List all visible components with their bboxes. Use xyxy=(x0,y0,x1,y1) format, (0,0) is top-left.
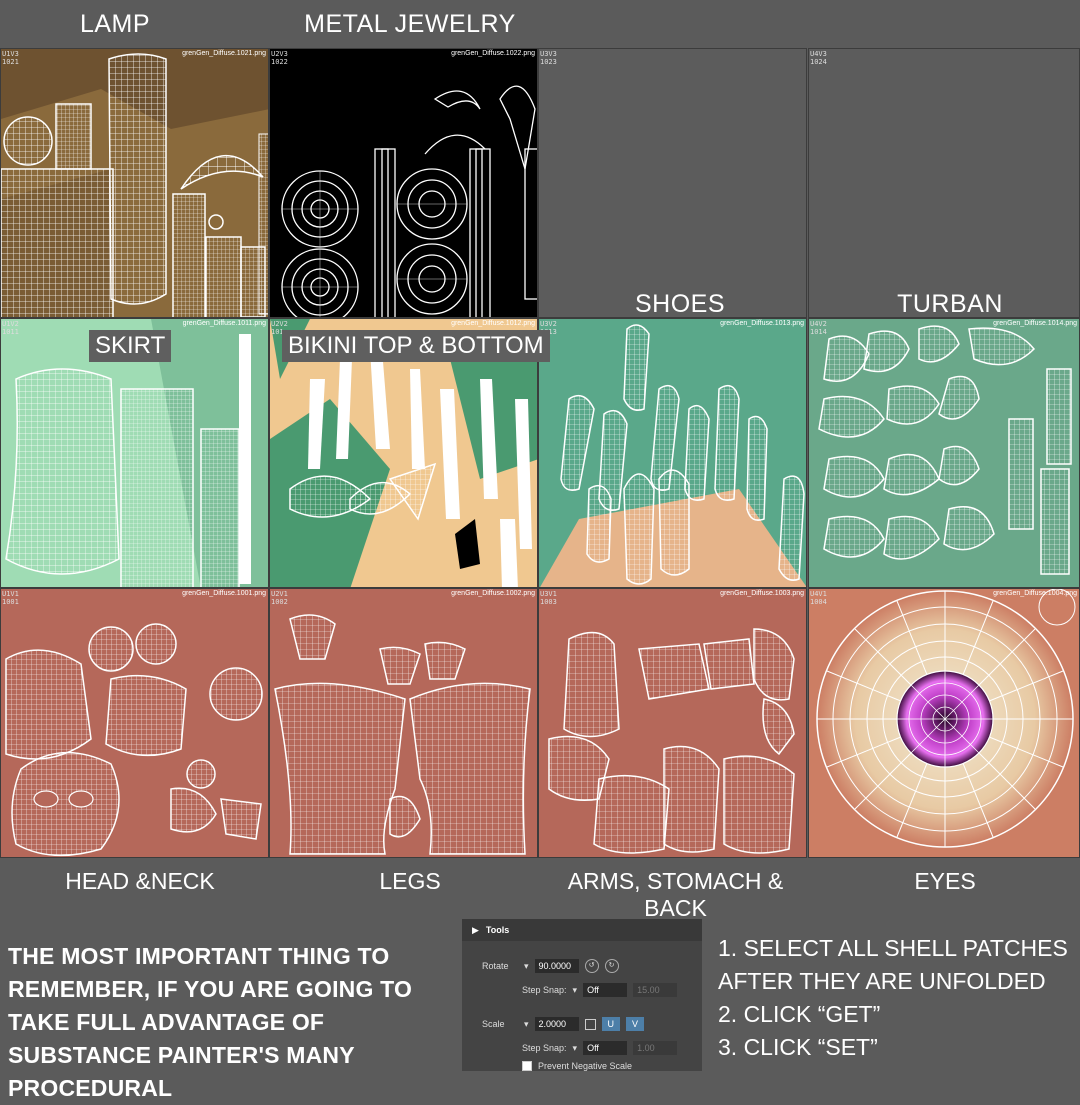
label-legs: LEGS xyxy=(379,868,441,894)
scale-step-snap-label: Step Snap: xyxy=(522,1043,567,1053)
tile-file-label: grenGen_Diffuse.1012.png xyxy=(451,320,535,327)
uv-tile-1023[interactable]: U3V3 1023 xyxy=(538,48,807,318)
label-head-neck: HEAD &NECK xyxy=(65,868,215,894)
tile-id-label: U4V3 1024 xyxy=(810,50,827,66)
label-eyes: EYES xyxy=(914,868,976,894)
uv-tile-grid[interactable]: U1V3 1021 grenGen_Diffuse.1021.png U2V3 … xyxy=(0,48,1080,860)
jewelry-uv-shells xyxy=(281,85,537,317)
uv-tile-1024[interactable]: U4V3 1024 xyxy=(808,48,1080,318)
uv-tile-1001[interactable]: U1V1 1001 grenGen_Diffuse.1001.png xyxy=(0,588,269,858)
uv-tile-1004[interactable]: U4V1 1004 grenGen_Diffuse.1004.png xyxy=(808,588,1080,858)
header-label-metal-jewelry: METAL JEWELRY xyxy=(304,10,516,38)
label-bikini: BIKINI TOP & BOTTOM xyxy=(282,330,550,362)
rotate-snap-value[interactable]: 15.00 xyxy=(633,983,678,997)
prevent-negative-scale-label: Prevent Negative Scale xyxy=(538,1061,633,1071)
dropdown-arrow-icon[interactable]: ▾ xyxy=(524,1019,529,1030)
tile-file-label: grenGen_Diffuse.1022.png xyxy=(451,50,535,57)
square-icon[interactable] xyxy=(584,1018,596,1030)
tile-file-label: grenGen_Diffuse.1021.png xyxy=(182,50,266,57)
lamp-uv-shells xyxy=(1,49,268,317)
scale-snap-value[interactable]: 1.00 xyxy=(633,1041,678,1055)
dropdown-arrow-icon[interactable]: ▾ xyxy=(573,985,578,996)
rotate-cw-icon[interactable]: ↻ xyxy=(604,959,619,973)
tile-file-label: grenGen_Diffuse.1003.png xyxy=(720,590,804,597)
legs-uv-shells xyxy=(274,614,531,855)
instructions-text: THE MOST IMPORTANT THING TO REMEMBER, IF… xyxy=(8,943,413,1101)
tile-id-label: U1V2 1011 xyxy=(2,320,19,336)
turban-uv-shells xyxy=(818,325,1072,575)
step-line: AFTER THEY ARE UNFOLDED xyxy=(718,968,1046,994)
tile-file-label: grenGen_Diffuse.1014.png xyxy=(993,320,1077,327)
tile-id-label: U1V1 1001 xyxy=(2,590,19,606)
eye-uv-shells xyxy=(816,589,1076,848)
tile-file-label: grenGen_Diffuse.1004.png xyxy=(993,590,1077,597)
scale-label: Scale xyxy=(482,1019,505,1029)
uv-tile-1003[interactable]: U3V1 1003 grenGen_Diffuse.1003.png xyxy=(538,588,807,858)
tools-title: Tools xyxy=(485,925,510,935)
rotate-step-snap-select[interactable]: Off xyxy=(583,983,628,997)
step-line: 1. SELECT ALL SHELL PATCHES xyxy=(718,935,1068,961)
tile-file-label: grenGen_Diffuse.1011.png xyxy=(182,320,266,327)
tile-id-label: U3V1 1003 xyxy=(540,590,557,606)
scale-value-input[interactable]: 2.0000 xyxy=(534,1017,579,1031)
rotate-label: Rotate xyxy=(482,961,509,971)
scale-v-button[interactable]: V xyxy=(626,1017,645,1031)
steps-list: 1. SELECT ALL SHELL PATCHES AFTER THEY A… xyxy=(718,932,1078,1064)
rotate-ccw-icon[interactable]: ↺ xyxy=(584,959,599,973)
step-line: 3. CLICK “SET” xyxy=(718,1034,878,1060)
prevent-negative-scale-checkbox[interactable] xyxy=(522,1061,532,1071)
label-shoes: SHOES xyxy=(634,290,726,318)
label-arms-stomach-back: ARMS, STOMACH & BACK xyxy=(567,868,784,921)
rotate-value-input[interactable]: 90.0000 xyxy=(534,959,579,973)
tools-header[interactable]: ▶ Tools xyxy=(462,919,702,941)
uv-tile-1013[interactable]: U3V2 1013 grenGen_Diffuse.1013.png xyxy=(538,318,807,588)
step-line: 2. CLICK “GET” xyxy=(718,1001,881,1027)
label-skirt: SKIRT xyxy=(89,330,172,362)
scale-step-snap-select[interactable]: Off xyxy=(583,1041,628,1055)
tile-id-label: U2V1 1002 xyxy=(271,590,288,606)
dropdown-arrow-icon[interactable]: ▾ xyxy=(573,1043,578,1054)
tile-id-label: U3V3 1023 xyxy=(540,50,557,66)
tile-file-label: grenGen_Diffuse.1002.png xyxy=(451,590,535,597)
tile-id-label: U4V2 1014 xyxy=(810,320,827,336)
rotate-step-snap-label: Step Snap: xyxy=(522,985,567,995)
tile-file-label: grenGen_Diffuse.1013.png xyxy=(720,320,804,327)
dropdown-arrow-icon[interactable]: ▾ xyxy=(524,961,529,972)
uv-tile-1022[interactable]: U2V3 1022 grenGen_Diffuse.1022.png xyxy=(269,48,538,318)
shoes-uv-shells xyxy=(540,324,806,587)
tools-panel[interactable]: ▶ Tools Rotate ▾ 90.0000 ↺ ↻ Step Snap: … xyxy=(462,919,702,1071)
scale-u-button[interactable]: U xyxy=(601,1017,621,1031)
tile-file-label: grenGen_Diffuse.1001.png xyxy=(182,590,266,597)
expand-triangle-icon[interactable]: ▶ xyxy=(472,925,479,936)
uv-tile-1014[interactable]: U4V2 1014 grenGen_Diffuse.1014.png xyxy=(808,318,1080,588)
arms-stomach-back-uv-shells xyxy=(548,628,795,854)
label-turban: TURBAN xyxy=(897,290,1003,318)
uv-tile-1002[interactable]: U2V1 1002 grenGen_Diffuse.1002.png xyxy=(269,588,538,858)
tile-id-label: U4V1 1004 xyxy=(810,590,827,606)
header-label-lamp: LAMP xyxy=(79,10,151,38)
tile-id-label: U1V3 1021 xyxy=(2,50,19,66)
tile-id-label: U2V3 1022 xyxy=(271,50,288,66)
uv-tile-1021[interactable]: U1V3 1021 grenGen_Diffuse.1021.png xyxy=(0,48,269,318)
head-neck-uv-shells xyxy=(5,623,263,857)
